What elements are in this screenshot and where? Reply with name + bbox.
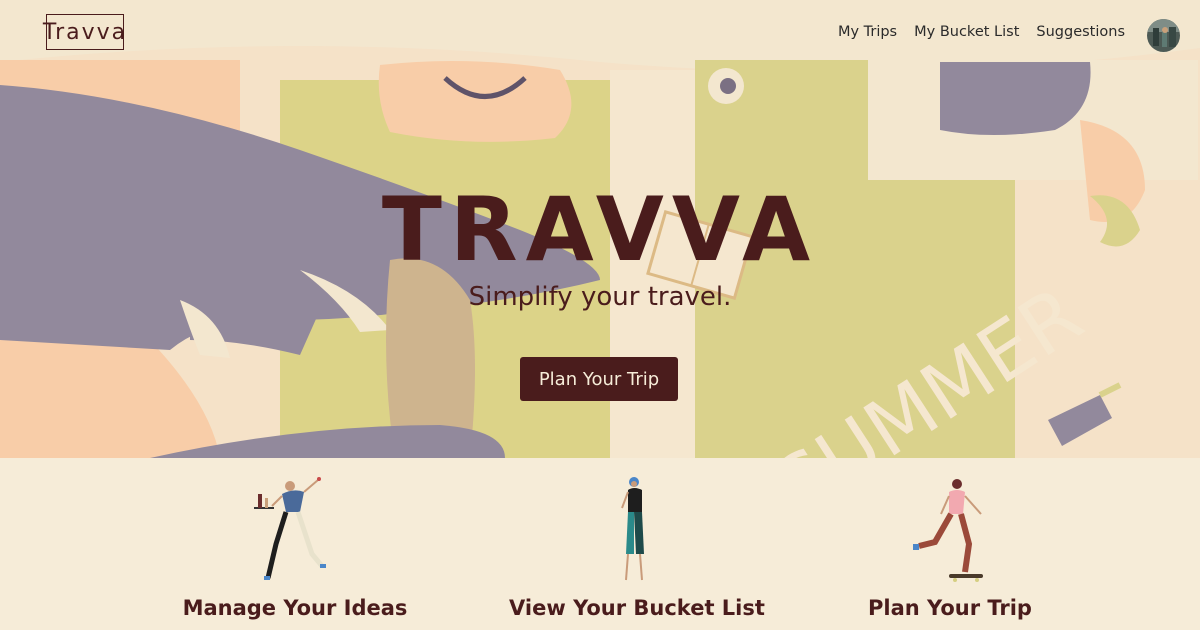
waiter-figure-icon: [254, 477, 326, 580]
feature-label-view-bucket-list[interactable]: View Your Bucket List: [487, 596, 787, 620]
user-avatar[interactable]: [1147, 19, 1180, 52]
nav-links: My Trips My Bucket List Suggestions: [838, 24, 1125, 40]
features-section: Manage Your Ideas View Your Bucket List: [0, 458, 1200, 630]
nav-link-suggestions[interactable]: Suggestions: [1036, 24, 1125, 40]
hero-subtitle: Simplify your travel.: [468, 282, 732, 312]
avatar-photo-icon: [1147, 19, 1180, 52]
feature-view-bucket-list[interactable]: View Your Bucket List: [487, 458, 787, 630]
navbar: Travva My Trips My Bucket List Suggestio…: [0, 0, 1200, 70]
hero-title: TRAVVA: [381, 178, 819, 281]
feature-label-plan-trip[interactable]: Plan Your Trip: [800, 596, 1100, 620]
nav-link-my-bucket-list[interactable]: My Bucket List: [914, 24, 1019, 40]
skateboarder-figure-icon: [913, 479, 983, 582]
plan-your-trip-button[interactable]: Plan Your Trip: [520, 357, 678, 401]
feature-label-manage-ideas[interactable]: Manage Your Ideas: [145, 596, 445, 620]
feature-plan-trip[interactable]: Plan Your Trip: [800, 458, 1100, 630]
brand-logo[interactable]: Travva: [43, 14, 125, 50]
feature-manage-ideas[interactable]: Manage Your Ideas: [145, 458, 445, 630]
nav-link-my-trips[interactable]: My Trips: [838, 24, 897, 40]
standing-figure-icon: [621, 477, 644, 581]
